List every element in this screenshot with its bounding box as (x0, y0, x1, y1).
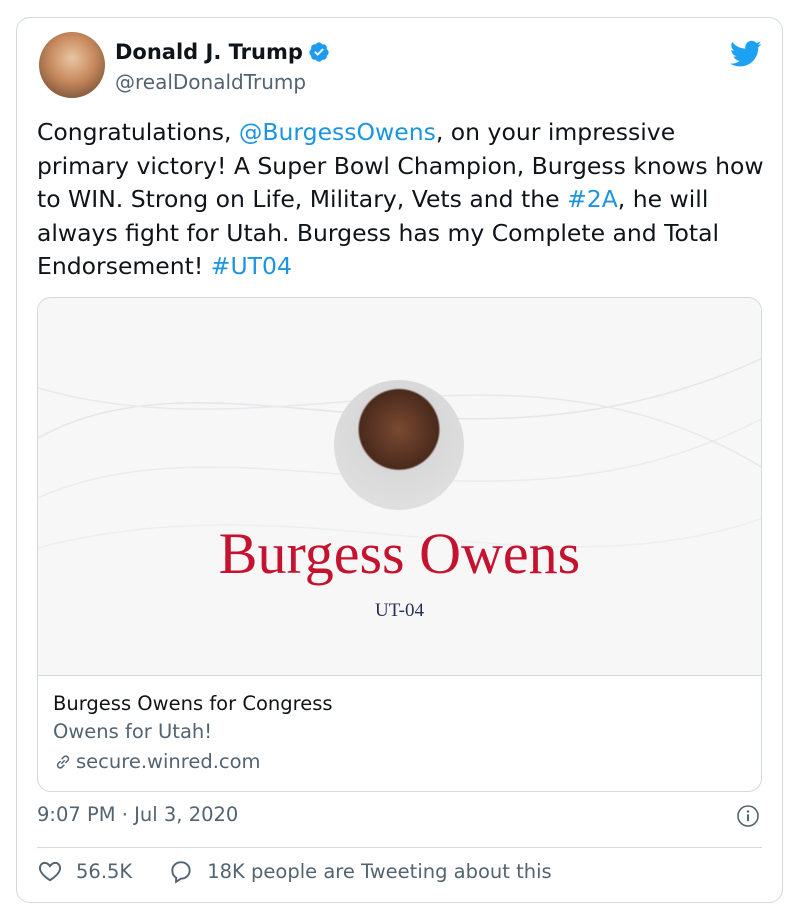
avatar[interactable] (39, 32, 105, 98)
card-image-headline: Burgess Owens (218, 521, 581, 586)
card-title[interactable]: Burgess Owens for Congress (53, 691, 333, 717)
mention-link[interactable]: @BurgessOwens (239, 118, 436, 146)
tweet-text-segment: Congratulations, (37, 118, 239, 146)
link-icon (56, 755, 70, 769)
card-image[interactable]: Burgess Owens UT-04 (38, 298, 761, 676)
speech-bubble-icon (171, 861, 191, 884)
author-name-row: Donald J. Trump (115, 40, 330, 64)
card-description: Owens for Utah! (53, 720, 213, 743)
verified-badge-icon (309, 42, 329, 62)
like-button[interactable]: 56.5K (37, 858, 132, 884)
display-name[interactable]: Donald J. Trump (115, 40, 303, 64)
card-meta[interactable]: Burgess Owens for Congress Owens for Uta… (53, 691, 333, 777)
handle[interactable]: @realDonaldTrump (115, 70, 306, 94)
hashtag-link[interactable]: #2A (567, 185, 618, 213)
card-image-subtitle: UT-04 (375, 600, 424, 621)
tweet-card: Donald J. Trump @realDonaldTrump Congrat… (16, 17, 783, 903)
candidate-photo (334, 380, 464, 510)
like-count: 56.5K (76, 859, 133, 883)
conversation-text: 18K people are Tweeting about this (207, 859, 552, 883)
divider (37, 847, 762, 848)
tweet-text: Congratulations, @BurgessOwens, on your … (37, 116, 767, 284)
heart-icon (38, 861, 62, 882)
hashtag-link[interactable]: #UT04 (211, 252, 292, 280)
link-preview-card[interactable]: Burgess Owens UT-04 Burgess Owens for Co… (37, 297, 762, 792)
card-domain[interactable]: secure.winred.com (53, 747, 333, 777)
twitter-bird-icon[interactable] (730, 40, 762, 68)
conversation-link[interactable]: 18K people are Tweeting about this (168, 858, 552, 884)
card-domain-text: secure.winred.com (76, 750, 261, 773)
info-icon[interactable] (736, 804, 760, 828)
action-bar: 56.5K 18K people are Tweeting about this (37, 858, 552, 884)
tweet-timestamp[interactable]: 9:07 PM · Jul 3, 2020 (37, 803, 238, 826)
